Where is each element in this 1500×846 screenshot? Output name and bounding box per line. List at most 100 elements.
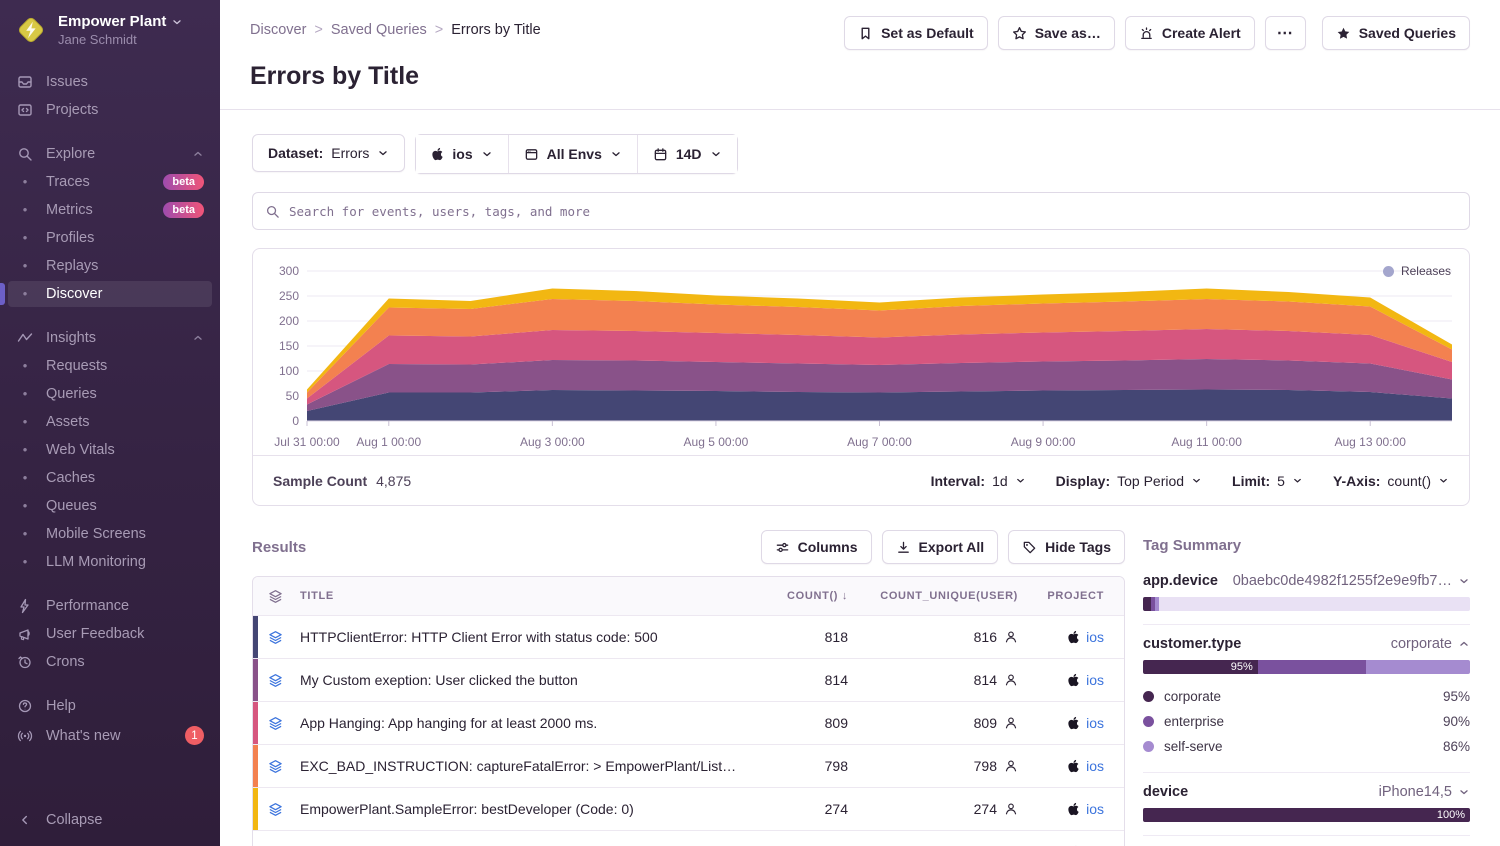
sidebar-item-mobile-screens[interactable]: Mobile Screens [8, 521, 212, 547]
export-all-button[interactable]: Export All [882, 530, 999, 564]
header-actions: Set as Default Save as… Create Alert ⋯ S… [844, 16, 1470, 50]
count-value: 818 [744, 629, 854, 645]
chart-card: Releases 050100150200250300Jul 31 00:00A… [252, 248, 1470, 506]
svg-text:300: 300 [279, 264, 299, 278]
stacked-area-chart[interactable]: 050100150200250300Jul 31 00:00Aug 1 00:0… [263, 257, 1455, 455]
insights-icon [16, 330, 34, 346]
sidebar-item-replays[interactable]: Replays [8, 253, 212, 279]
tag-legend-row[interactable]: enterprise 90% [1143, 709, 1470, 734]
breadcrumb-discover[interactable]: Discover [250, 22, 306, 38]
tag-legend-row[interactable]: corporate 95% [1143, 684, 1470, 709]
sidebar-item-queues[interactable]: Queues [8, 493, 212, 519]
sidebar-item-insights[interactable]: Insights [8, 325, 212, 351]
sidebar-item-llm-monitoring[interactable]: LLM Monitoring [8, 549, 212, 575]
tag-section-header[interactable]: device iPhone14,5 [1143, 784, 1470, 800]
saved-queries-button[interactable]: Saved Queries [1322, 16, 1470, 50]
chevron-down-icon [171, 16, 183, 28]
environment-filter[interactable]: All Envs [508, 135, 637, 173]
issues-icon [16, 74, 34, 90]
event-stack-icon[interactable] [258, 759, 292, 774]
col-project[interactable]: PROJECT [1024, 590, 1124, 602]
user-icon [1004, 673, 1018, 687]
col-count-unique[interactable]: COUNT_UNIQUE(USER) [854, 590, 1024, 602]
chevron-up-icon [1458, 638, 1470, 650]
count-value: 814 [744, 672, 854, 688]
sidebar-collapse-button[interactable]: Collapse [0, 798, 220, 846]
project-link[interactable]: ios [1086, 629, 1104, 645]
project-link[interactable]: ios [1086, 758, 1104, 774]
svg-text:200: 200 [279, 314, 299, 328]
releases-legend[interactable]: Releases [1383, 264, 1451, 278]
sidebar-item-explore[interactable]: Explore [8, 141, 212, 167]
star-filled-icon [1336, 26, 1351, 41]
sidebar-item-user-feedback[interactable]: User Feedback [8, 621, 212, 647]
svg-text:Aug 9 00:00: Aug 9 00:00 [1011, 435, 1076, 449]
legend-dot [1143, 691, 1154, 702]
tag-section-header[interactable]: customer.type corporate [1143, 636, 1470, 652]
user-icon [1004, 802, 1018, 816]
breadcrumb-separator: > [435, 22, 443, 38]
sidebar-item-crons[interactable]: Crons [8, 649, 212, 675]
save-as-button[interactable]: Save as… [998, 16, 1115, 50]
project-link[interactable]: ios [1086, 801, 1104, 817]
columns-button[interactable]: Columns [761, 530, 872, 564]
sidebar-item-requests[interactable]: Requests [8, 353, 212, 379]
project-filter[interactable]: ios [416, 135, 507, 173]
more-options-button[interactable]: ⋯ [1265, 16, 1306, 50]
org-switcher[interactable]: Empower Plant Jane Schmidt [0, 0, 220, 59]
alert-siren-icon [1139, 26, 1154, 41]
event-stack-icon[interactable] [258, 716, 292, 731]
sidebar-item-web-vitals[interactable]: Web Vitals [8, 437, 212, 463]
sidebar-item-performance[interactable]: Performance [8, 593, 212, 619]
sidebar-item-label: Caches [46, 470, 95, 486]
event-stack-icon[interactable] [258, 673, 292, 688]
sidebar-item-label: Profiles [46, 230, 94, 246]
sidebar-item-label: Explore [46, 146, 95, 162]
hide-tags-button[interactable]: Hide Tags [1008, 530, 1125, 564]
display-select[interactable]: Display:Top Period [1056, 473, 1202, 489]
error-title: My Custom exeption: User clicked the but… [292, 672, 744, 688]
set-as-default-button[interactable]: Set as Default [844, 16, 988, 50]
sidebar-item-help[interactable]: Help [8, 693, 212, 719]
project-link[interactable]: ios [1086, 715, 1104, 731]
error-title: App Hanging: App hanging for at least 20… [292, 715, 744, 731]
sidebar-item-label: Projects [46, 102, 98, 118]
count-value: 274 [744, 801, 854, 817]
limit-select[interactable]: Limit:5 [1232, 473, 1303, 489]
event-stack-icon[interactable] [258, 802, 292, 817]
sidebar-item-label: Mobile Screens [46, 526, 146, 542]
sidebar-item-caches[interactable]: Caches [8, 465, 212, 491]
sidebar-item-assets[interactable]: Assets [8, 409, 212, 435]
results-actions: Columns Export All Hide Tags [761, 530, 1125, 564]
sidebar-item-traces[interactable]: Tracesbeta [8, 169, 212, 195]
tag-section-header[interactable]: app.device 0baebc0de4982f1255f2e9e9fb7… [1143, 573, 1470, 589]
create-alert-button[interactable]: Create Alert [1125, 16, 1255, 50]
window-icon [524, 147, 539, 162]
unique-count-value: 274 [974, 801, 997, 817]
sidebar-item-discover[interactable]: Discover [8, 281, 212, 307]
sidebar-item-whats-new[interactable]: What's new 1 [8, 721, 212, 750]
legend-dot [1143, 716, 1154, 727]
sidebar-item-metrics[interactable]: Metricsbeta [8, 197, 212, 223]
sidebar-item-profiles[interactable]: Profiles [8, 225, 212, 251]
count-value: 798 [744, 758, 854, 774]
breadcrumb-saved-queries[interactable]: Saved Queries [331, 22, 427, 38]
dataset-select[interactable]: Dataset:Errors [252, 134, 405, 172]
yaxis-select[interactable]: Y-Axis:count() [1333, 473, 1449, 489]
sidebar-item-issues[interactable]: Issues [8, 69, 212, 95]
interval-select[interactable]: Interval:1d [931, 473, 1026, 489]
legend-dot [1143, 741, 1154, 752]
tag-summary: Tag Summary app.device 0baebc0de4982f125… [1143, 530, 1470, 846]
tag-legend-row[interactable]: self-serve 86% [1143, 734, 1470, 759]
sidebar-item-projects[interactable]: Projects [8, 97, 212, 123]
search-input[interactable] [289, 204, 1457, 219]
col-count[interactable]: COUNT() ↓ [744, 590, 854, 602]
sidebar-item-label: Queues [46, 498, 97, 514]
col-title[interactable]: TITLE [292, 590, 744, 602]
date-range-filter[interactable]: 14D [637, 135, 737, 173]
sidebar-item-queries[interactable]: Queries [8, 381, 212, 407]
bullet-icon [16, 386, 34, 402]
event-stack-icon[interactable] [258, 630, 292, 645]
svg-text:Aug 7 00:00: Aug 7 00:00 [847, 435, 912, 449]
project-link[interactable]: ios [1086, 672, 1104, 688]
